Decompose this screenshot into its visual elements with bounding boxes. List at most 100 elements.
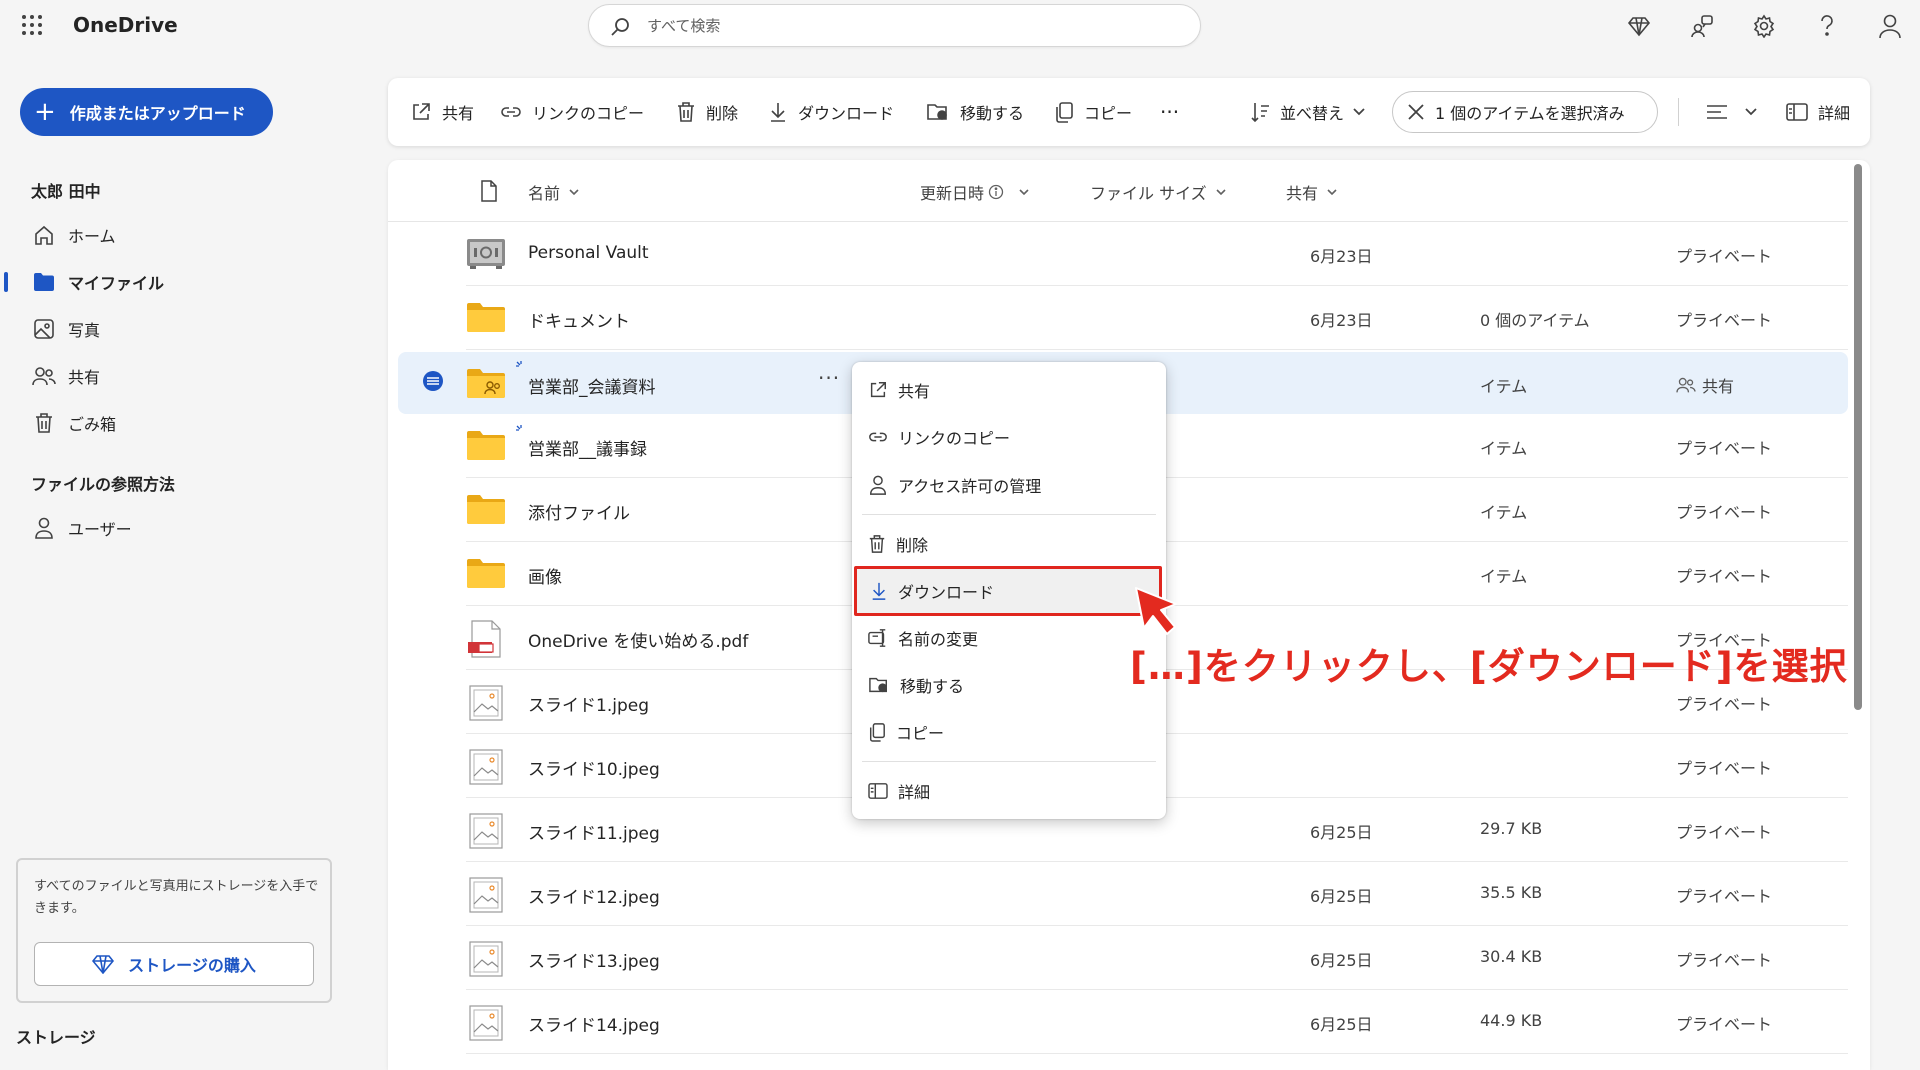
file-name[interactable]: スライド12.jpeg (528, 883, 660, 908)
menu-item-details[interactable]: 詳細 (852, 771, 1166, 811)
move-button[interactable]: 移動する (926, 100, 1024, 124)
sidebar-item-my-files[interactable]: マイファイル (0, 262, 300, 302)
file-modified: 6月25日 (1310, 887, 1373, 906)
account-icon[interactable] (1876, 12, 1904, 40)
copy-button[interactable]: コピー (1054, 100, 1132, 124)
share-icon (413, 103, 430, 120)
copy-icon (1056, 102, 1073, 123)
download-button[interactable]: ダウンロード (768, 100, 894, 124)
table-row[interactable]: スライド12.jpeg 6月25日 35.5 KB プライベート (466, 862, 1848, 926)
trash-icon (869, 535, 885, 553)
file-name[interactable]: スライド14.jpeg (528, 1011, 660, 1036)
active-indicator (4, 272, 8, 292)
file-sharing: プライベート (1676, 759, 1773, 778)
delete-label: 削除 (706, 104, 739, 123)
menu-item-move[interactable]: 移動する (852, 665, 1166, 705)
copy-label: コピー (1084, 104, 1133, 123)
file-name[interactable]: OneDrive を使い始める.pdf (528, 627, 748, 652)
premium-diamond-icon[interactable] (1625, 12, 1653, 40)
sort-label: 並べ替え (1280, 104, 1345, 123)
storage-heading: ストレージ (16, 1028, 96, 1047)
sidebar-item-shared[interactable]: 共有 (0, 356, 300, 396)
selected-check-icon[interactable] (422, 370, 444, 392)
person-icon (32, 516, 56, 540)
sidebar-item-label: ホーム (68, 227, 116, 246)
search-input[interactable] (647, 15, 1167, 37)
file-name[interactable]: Personal Vault (528, 243, 649, 263)
info-icon[interactable] (988, 184, 1004, 200)
menu-item-share[interactable]: 共有 (852, 370, 1166, 410)
column-header-modified[interactable]: 更新日時 (920, 180, 1030, 204)
file-size: 29.7 KB (1480, 819, 1543, 838)
menu-item-delete[interactable]: 削除 (852, 524, 1166, 564)
chevron-down-icon (1353, 108, 1365, 116)
selection-pill[interactable]: 1 個のアイテムを選択済み (1392, 91, 1658, 133)
file-modified: 6月23日 (1310, 311, 1373, 330)
people-icon (1676, 377, 1696, 393)
sort-button[interactable]: 並べ替え (1250, 100, 1366, 124)
close-icon[interactable] (1407, 103, 1425, 121)
menu-item-copy[interactable]: コピー (852, 712, 1166, 752)
menu-item-manage-access[interactable]: アクセス許可の管理 (852, 465, 1166, 505)
table-row[interactable]: スライド14.jpeg 6月25日 44.9 KB プライベート (466, 990, 1848, 1054)
view-options-button[interactable] (1706, 100, 1758, 124)
buy-storage-label: ストレージの購入 (128, 956, 256, 975)
column-header-sharing[interactable]: 共有 (1286, 180, 1338, 204)
file-name[interactable]: スライド1.jpeg (528, 691, 649, 716)
sidebar-item-home[interactable]: ホーム (0, 215, 300, 255)
storage-promo-text: すべてのファイルと写真用にストレージを入手できます。 (34, 879, 319, 916)
menu-item-label: 共有 (898, 382, 931, 401)
search-icon (609, 16, 631, 38)
image-file-icon (466, 684, 506, 721)
sidebar-item-photos[interactable]: 写真 (0, 309, 300, 349)
menu-divider (862, 514, 1156, 515)
details-button[interactable]: 詳細 (1786, 100, 1850, 124)
menu-item-label: 移動する (900, 677, 965, 696)
file-name[interactable]: ドキュメント (528, 307, 630, 332)
delete-button[interactable]: 削除 (676, 100, 738, 124)
file-sharing: プライベート (1676, 823, 1773, 842)
file-name[interactable]: スライド10.jpeg (528, 755, 660, 780)
search-box[interactable] (588, 4, 1201, 47)
menu-item-copy-link[interactable]: リンクのコピー (852, 417, 1166, 457)
command-bar: 共有 リンクのコピー 削除 ダウンロード 移動する コピー ··· 並べ替え 1… (388, 78, 1870, 146)
menu-item-download[interactable]: ダウンロード (854, 566, 1162, 616)
file-sharing: プライベート (1676, 951, 1773, 970)
menu-item-rename[interactable]: 名前の変更 (852, 618, 1166, 658)
move-folder-icon (927, 104, 947, 120)
file-name[interactable]: 営業部__議事録 (528, 435, 647, 460)
copy-link-button[interactable]: リンクのコピー (500, 100, 644, 124)
table-row[interactable]: スライド13.jpeg 6月25日 30.4 KB プライベート (466, 926, 1848, 990)
column-header-size[interactable]: ファイル サイズ (1090, 180, 1227, 204)
table-row[interactable]: Personal Vault 6月23日 プライベート (466, 222, 1848, 286)
sidebar-item-people[interactable]: ユーザー (0, 508, 300, 548)
sidebar-item-recycle-bin[interactable]: ごみ箱 (0, 403, 300, 443)
details-pane-icon (868, 783, 888, 799)
user-name: 太郎 田中 (31, 182, 101, 201)
chevron-down-icon (1019, 189, 1029, 196)
vault-icon (466, 236, 506, 272)
buy-storage-button[interactable]: ストレージの購入 (34, 942, 314, 986)
more-actions-button[interactable]: ··· (1160, 100, 1179, 124)
app-title[interactable]: OneDrive (73, 13, 178, 37)
vertical-scrollbar[interactable] (1854, 164, 1862, 710)
sidebar-item-label: 写真 (68, 321, 101, 340)
table-row[interactable]: ドキュメント 6月23日 0 個のアイテム プライベート (466, 286, 1848, 350)
help-icon[interactable] (1813, 12, 1841, 40)
file-name[interactable]: 添付ファイル (528, 499, 630, 524)
file-name[interactable]: 画像 (528, 563, 562, 588)
settings-gear-icon[interactable] (1750, 12, 1778, 40)
share-people-icon[interactable] (1688, 12, 1716, 40)
column-modified-label: 更新日時 (920, 184, 985, 203)
file-name[interactable]: スライド11.jpeg (528, 819, 660, 844)
file-type-column-icon (480, 180, 498, 202)
row-more-actions-button[interactable]: ··· (818, 366, 840, 390)
column-sharing-label: 共有 (1286, 184, 1319, 203)
create-upload-button[interactable]: + 作成またはアップロード (20, 88, 273, 136)
trash-icon (678, 102, 694, 122)
column-header-name[interactable]: 名前 (528, 180, 580, 204)
app-launcher-icon[interactable] (20, 13, 44, 37)
file-name[interactable]: 営業部_会議資料 (528, 373, 656, 398)
share-button[interactable]: 共有 (410, 100, 474, 124)
file-name[interactable]: スライド13.jpeg (528, 947, 660, 972)
